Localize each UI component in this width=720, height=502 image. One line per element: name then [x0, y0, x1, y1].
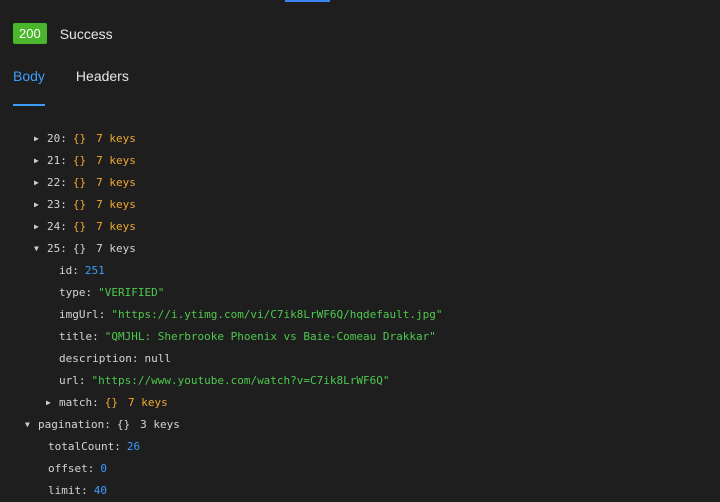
tree-leaf-type: type: "VERIFIED" — [59, 282, 164, 304]
tree-node-25[interactable]: ▼ 25: {} 7 keys — [34, 238, 136, 260]
expand-caret-icon[interactable]: ▶ — [34, 194, 47, 216]
tree-node-24[interactable]: ▶ 24: {} 7 keys — [34, 216, 136, 238]
tree-node-22[interactable]: ▶ 22: {} 7 keys — [34, 172, 136, 194]
object-brace: {} — [104, 396, 118, 409]
node-key: title: — [59, 330, 99, 343]
node-key: id: — [59, 264, 79, 277]
tree-node-match[interactable]: ▶ match: {} 7 keys — [46, 392, 168, 414]
key-count: 7 keys — [96, 132, 136, 145]
node-key: 21: — [47, 154, 67, 167]
expand-caret-icon[interactable]: ▶ — [34, 128, 47, 150]
object-brace: {} — [72, 220, 87, 233]
expand-caret-icon[interactable]: ▶ — [46, 392, 59, 414]
node-key: pagination: — [38, 418, 111, 431]
node-key: url: — [59, 374, 86, 387]
node-key: match: — [59, 396, 99, 409]
response-status: 200 Success — [13, 23, 113, 44]
tree-leaf-limit: limit: 40 — [48, 480, 107, 502]
null-value: null — [144, 352, 171, 365]
number-value: 40 — [93, 484, 107, 497]
key-count: 7 keys — [96, 220, 136, 233]
tab-body[interactable]: Body — [13, 68, 45, 84]
tree-leaf-description: description: null — [59, 348, 171, 370]
key-count: 3 keys — [140, 418, 180, 431]
node-key: 23: — [47, 198, 67, 211]
object-brace: {} — [72, 132, 87, 145]
tree-node-pagination[interactable]: ▼ pagination: {} 3 keys — [25, 414, 180, 436]
expand-caret-icon[interactable]: ▶ — [34, 172, 47, 194]
number-value: 251 — [84, 264, 105, 277]
node-key: 20: — [47, 132, 67, 145]
tree-leaf-offset: offset: 0 — [48, 458, 107, 480]
object-brace: {} — [72, 176, 87, 189]
tree-leaf-imgurl: imgUrl: "https://i.ytimg.com/vi/C7ik8LrW… — [59, 304, 443, 326]
status-text: Success — [59, 25, 113, 42]
object-brace: {} — [72, 242, 87, 255]
string-value: "https://i.ytimg.com/vi/C7ik8LrWF6Q/hqde… — [111, 308, 443, 321]
object-brace: {} — [72, 154, 87, 167]
string-value: "https://www.youtube.com/watch?v=C7ik8Lr… — [91, 374, 390, 387]
tree-node-21[interactable]: ▶ 21: {} 7 keys — [34, 150, 136, 172]
object-brace: {} — [116, 418, 131, 431]
node-key: offset: — [48, 462, 95, 475]
key-count: 7 keys — [96, 242, 136, 255]
node-key: totalCount: — [48, 440, 121, 453]
key-count: 7 keys — [128, 396, 168, 409]
node-key: type: — [59, 286, 93, 299]
collapse-caret-icon[interactable]: ▼ — [34, 238, 47, 260]
number-value: 26 — [126, 440, 141, 453]
tree-leaf-id: id: 251 — [59, 260, 105, 282]
response-tabs: Body Headers — [13, 68, 160, 84]
expand-caret-icon[interactable]: ▶ — [34, 150, 47, 172]
expand-caret-icon[interactable]: ▶ — [34, 216, 47, 238]
tree-leaf-title: title: "QMJHL: Sherbrooke Phoenix vs Bai… — [59, 326, 436, 348]
tree-leaf-url: url: "https://www.youtube.com/watch?v=C7… — [59, 370, 390, 392]
key-count: 7 keys — [96, 154, 136, 167]
tab-headers[interactable]: Headers — [76, 68, 129, 84]
node-key: 24: — [47, 220, 67, 233]
active-tab-underline — [13, 104, 45, 106]
node-key: limit: — [48, 484, 88, 497]
tree-node-20[interactable]: ▶ 20: {} 7 keys — [34, 128, 136, 150]
object-brace: {} — [72, 198, 87, 211]
key-count: 7 keys — [96, 198, 136, 211]
top-indicator — [285, 0, 330, 2]
node-key: description: — [59, 352, 139, 365]
key-count: 7 keys — [96, 176, 136, 189]
tree-leaf-totalcount: totalCount: 26 — [48, 436, 140, 458]
node-key: 25: — [47, 242, 67, 255]
collapse-caret-icon[interactable]: ▼ — [25, 414, 38, 436]
node-key: imgUrl: — [59, 308, 106, 321]
node-key: 22: — [47, 176, 67, 189]
tree-node-23[interactable]: ▶ 23: {} 7 keys — [34, 194, 136, 216]
string-value: "VERIFIED" — [98, 286, 165, 299]
status-code-badge: 200 — [13, 23, 47, 44]
number-value: 0 — [100, 462, 107, 475]
string-value: "QMJHL: Sherbrooke Phoenix vs Baie-Comea… — [104, 330, 436, 343]
